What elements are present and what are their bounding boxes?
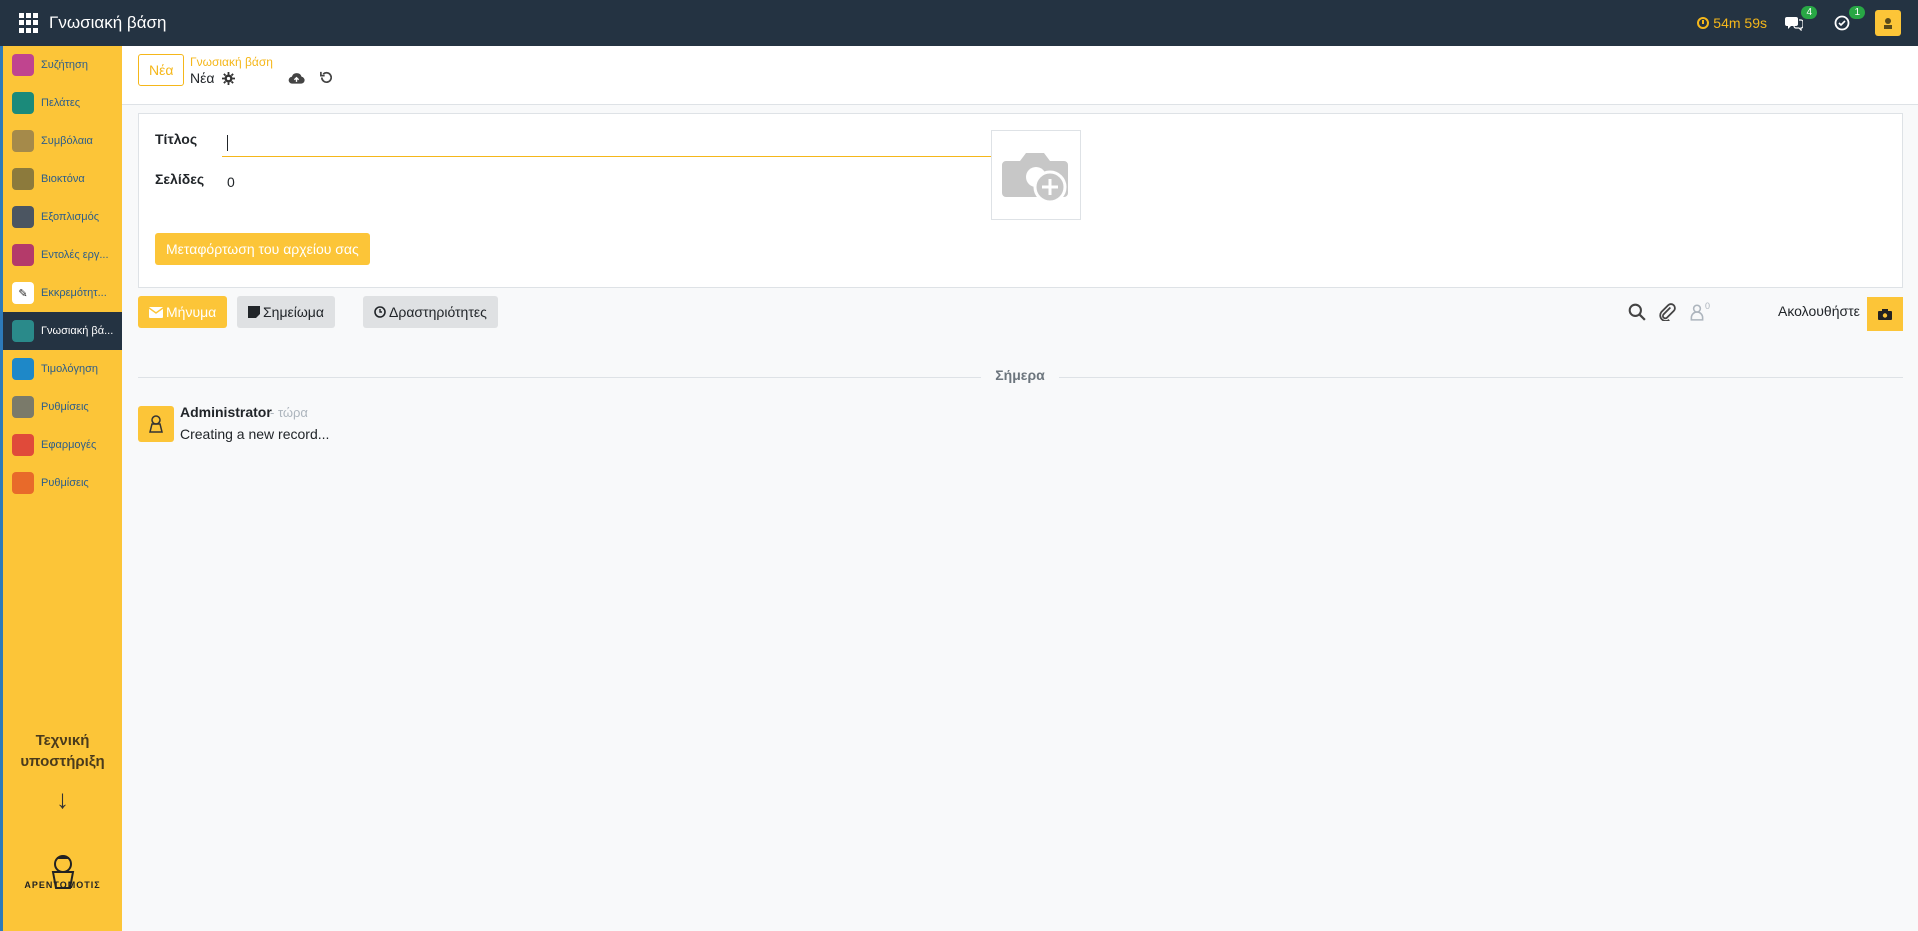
author-avatar-icon — [149, 415, 163, 433]
sidebar-item[interactable]: Εφαρμογές — [3, 426, 122, 464]
title-input[interactable] — [222, 132, 1005, 157]
send-message-label: Μήνυμα — [166, 304, 217, 320]
activities-button[interactable]: 1 — [1831, 6, 1865, 34]
sidebar-item[interactable]: Συμβόλαια — [3, 122, 122, 160]
messages-badge: 4 — [1801, 6, 1817, 19]
user-avatar-icon — [1884, 18, 1892, 29]
sidebar-item[interactable]: Ρυθμίσεις — [3, 388, 122, 426]
work-orders-icon — [12, 244, 34, 266]
title-label: Τίτλος — [155, 131, 198, 147]
log-note-label: Σημείωμα — [263, 304, 324, 320]
sidebar-item-label: Ρυθμίσεις — [41, 477, 89, 489]
envelope-icon — [149, 306, 163, 318]
timer[interactable]: 54m 59s — [1697, 15, 1767, 31]
paperclip-icon[interactable] — [1658, 303, 1676, 321]
text-cursor — [227, 135, 228, 151]
sidebar-item-label: Εφαρμογές — [41, 439, 97, 451]
sidebar-item-label: Εξοπλισμός — [41, 211, 100, 223]
divider-right — [1059, 377, 1903, 378]
knowledge-icon — [12, 320, 34, 342]
messages-button[interactable]: 4 — [1783, 6, 1817, 34]
new-button[interactable]: Νέα — [138, 54, 185, 86]
camera-add-icon — [1002, 153, 1068, 204]
image-upload[interactable] — [991, 130, 1081, 220]
sidebar-item-label: Γνωσιακή βά... — [41, 325, 114, 337]
gear-icon[interactable] — [222, 71, 236, 85]
sidebar-item-label: Εκκρεμότητ... — [41, 287, 107, 299]
support-label[interactable]: Τεχνική υποστήριξη — [3, 730, 122, 772]
date-separator: Σήμερα — [995, 367, 1045, 383]
contacts-icon — [12, 92, 34, 114]
pages-label: Σελίδες — [155, 171, 205, 187]
follow-button[interactable] — [1867, 297, 1903, 331]
note-icon — [248, 306, 260, 318]
cloud-upload-icon[interactable] — [288, 70, 305, 87]
chat-icon — [12, 54, 34, 76]
equipment-icon — [12, 206, 34, 228]
sidebar-menu: Συζήτηση Πελάτες Συμβόλαια Βιοκτόνα Εξοπλισμ… — [3, 46, 122, 502]
followers-count: 0 — [1705, 301, 1711, 311]
send-message-button[interactable]: Μήνυμα — [138, 296, 228, 328]
message-author[interactable]: Administrator — [180, 404, 272, 420]
sidebar-item[interactable]: Πελάτες — [3, 84, 122, 122]
sidebar-item[interactable]: Τιμολόγηση — [3, 350, 122, 388]
sidebar-item[interactable]: ✎ Εκκρεμότητ... — [3, 274, 122, 312]
company-logo-icon — [51, 855, 75, 889]
sidebar-item-label: Συμβόλαια — [41, 135, 93, 147]
breadcrumb-current-label: Νέα — [190, 70, 215, 86]
breadcrumb-parent[interactable]: Γνωσιακή βάση — [190, 55, 273, 69]
message-avatar[interactable] — [138, 406, 174, 442]
settings-icon — [12, 396, 34, 418]
search-icon[interactable] — [1628, 303, 1646, 321]
sidebar-item-label: Εντολές εργ... — [41, 249, 109, 261]
contracts-icon — [12, 130, 34, 152]
sidebar-item[interactable]: Συζήτηση — [3, 46, 122, 84]
undo-icon[interactable] — [319, 70, 334, 85]
schedule-activity-button[interactable]: Δραστηριότητες — [363, 296, 498, 328]
sidebar-item-label: Τιμολόγηση — [41, 363, 98, 375]
sidebar-item[interactable]: Εντολές εργ... — [3, 236, 122, 274]
message-time: - τώρα — [270, 405, 308, 420]
clock-icon — [374, 306, 386, 318]
chat-bubbles-icon — [1785, 17, 1803, 31]
sidebar-item-label: Βιοκτόνα — [41, 173, 85, 185]
top-navbar: Γνωσιακή βάση 54m 59s 4 1 — [0, 0, 1918, 46]
pages-value: 0 — [227, 174, 235, 190]
pending-icon: ✎ — [12, 282, 34, 304]
sidebar-item[interactable]: Ρυθμίσεις — [3, 464, 122, 502]
settings-alt-icon — [12, 472, 34, 494]
sidebar-item[interactable]: Εξοπλισμός — [3, 198, 122, 236]
schedule-activity-label: Δραστηριότητες — [389, 304, 487, 320]
camera-icon — [1878, 308, 1892, 320]
sidebar-item[interactable]: Βιοκτόνα — [3, 160, 122, 198]
apps-store-icon — [12, 434, 34, 456]
timer-text: 54m 59s — [1713, 15, 1767, 31]
message-body: Creating a new record... — [180, 426, 330, 442]
control-panel: Νέα Γνωσιακή βάση Νέα — [122, 46, 1918, 105]
activity-clock-icon — [1834, 15, 1850, 31]
form-sheet: Τίτλος Σελίδες 0 Μεταφόρτωση του αρχείου… — [138, 113, 1903, 288]
divider-left — [138, 377, 981, 378]
invoicing-icon — [12, 358, 34, 380]
log-note-button[interactable]: Σημείωμα — [237, 296, 335, 328]
user-avatar[interactable] — [1875, 10, 1901, 36]
activities-badge: 1 — [1849, 6, 1865, 19]
breadcrumb-current: Νέα — [190, 70, 236, 86]
apps-menu-icon[interactable] — [19, 13, 39, 33]
sidebar-item-label: Συζήτηση — [41, 59, 88, 71]
followers-icon[interactable] — [1688, 303, 1706, 321]
company-logo-text: ΑΡΕΝΤΟΜΟΤΙΣ — [24, 880, 101, 890]
sidebar-item-label: Πελάτες — [41, 97, 81, 109]
app-title[interactable]: Γνωσιακή βάση — [49, 13, 166, 33]
biocides-icon — [12, 168, 34, 190]
clock-icon — [1697, 17, 1710, 29]
sidebar-item[interactable]: Γνωσιακή βά... — [3, 312, 122, 350]
arrow-down-icon: ↓ — [56, 784, 69, 814]
upload-file-button[interactable]: Μεταφόρτωση του αρχείου σας — [155, 233, 370, 265]
sidebar: Συζήτηση Πελάτες Συμβόλαια Βιοκτόνα Εξοπλισμ… — [0, 46, 122, 931]
sidebar-item-label: Ρυθμίσεις — [41, 401, 89, 413]
follow-label[interactable]: Ακολουθήστε — [1778, 303, 1860, 319]
